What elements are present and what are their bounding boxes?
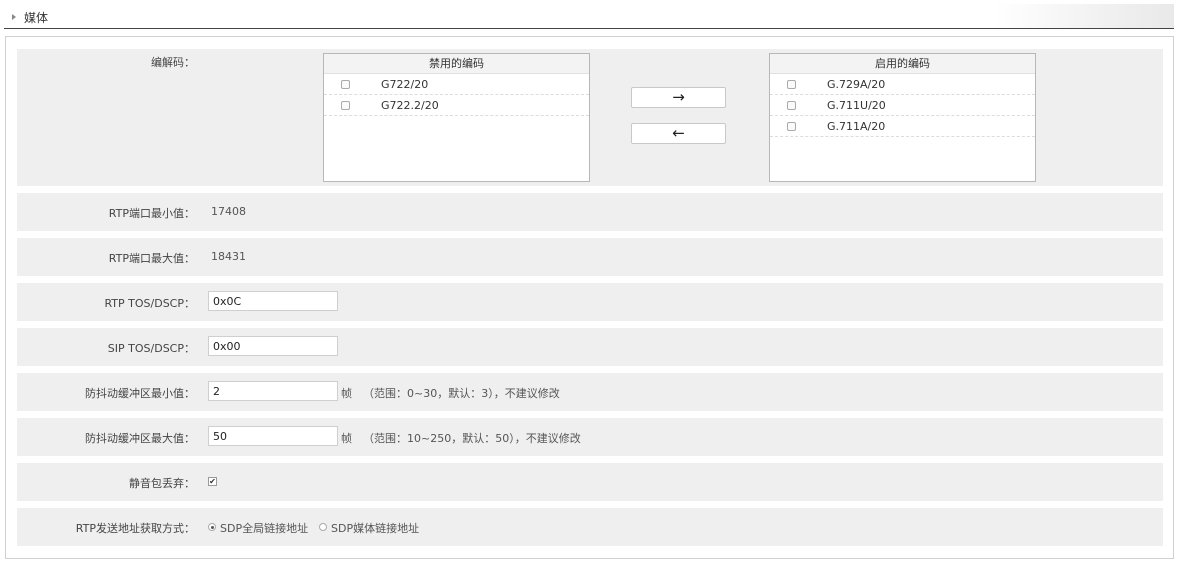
rtp-address-row: RTP发送地址获取方式： SDP全局链接地址 SDP媒体链接地址 <box>17 508 1163 546</box>
move-left-button[interactable]: ← <box>631 123 726 144</box>
sdp-media-label[interactable]: SDP媒体链接地址 <box>331 520 419 536</box>
list-item[interactable]: G.711A/20 <box>770 116 1035 137</box>
rtp-port-min-value: 17408 <box>211 205 246 218</box>
rtp-port-min-row: RTP端口最小值： 17408 <box>17 193 1163 231</box>
jitter-max-unit: 帧 <box>341 432 352 445</box>
jitter-min-input[interactable] <box>208 381 338 401</box>
codec-name: G.729A/20 <box>827 78 886 91</box>
list-item[interactable]: G.729A/20 <box>770 74 1035 95</box>
list-item[interactable]: G722/20 <box>324 74 589 95</box>
jitter-max-row: 防抖动缓冲区最大值： 帧 （范围：10~250，默认：50），不建议修改 <box>17 418 1163 456</box>
sdp-global-label[interactable]: SDP全局链接地址 <box>220 520 308 536</box>
codec-label: 编解码： <box>151 56 195 69</box>
silence-drop-label: 静音包丢弃： <box>129 477 195 490</box>
codec-checkbox[interactable] <box>787 80 796 89</box>
move-right-button[interactable]: → <box>631 87 726 108</box>
jitter-max-hint: （范围：10~250，默认：50），不建议修改 <box>363 432 581 445</box>
codec-checkbox[interactable] <box>787 122 796 131</box>
enabled-codec-list-title: 启用的编码 <box>770 54 1035 74</box>
rtp-tos-input[interactable] <box>208 291 338 311</box>
sdp-global-radio[interactable] <box>208 523 216 531</box>
rtp-address-label: RTP发送地址获取方式： <box>75 522 195 535</box>
codec-name: G.711A/20 <box>827 120 886 133</box>
disabled-codec-list-title: 禁用的编码 <box>324 54 589 74</box>
jitter-max-label: 防抖动缓冲区最大值： <box>85 432 195 445</box>
section-title: 媒体 <box>24 11 49 25</box>
silence-drop-checkbox[interactable]: ✔ <box>208 477 217 486</box>
rtp-port-max-label: RTP端口最大值： <box>108 252 195 265</box>
jitter-min-label: 防抖动缓冲区最小值： <box>85 387 195 400</box>
rtp-tos-row: RTP TOS/DSCP： <box>17 283 1163 321</box>
jitter-max-input[interactable] <box>208 426 338 446</box>
codec-checkbox[interactable] <box>341 101 350 110</box>
media-settings-panel: 编解码： 禁用的编码 G722/20 G722.2/20 → ← 启用的编码 G… <box>5 36 1174 559</box>
jitter-min-hint: （范围：0~30，默认：3），不建议修改 <box>363 387 560 400</box>
codec-row: 编解码： 禁用的编码 G722/20 G722.2/20 → ← 启用的编码 G… <box>17 49 1163 186</box>
list-item[interactable]: G.711U/20 <box>770 95 1035 116</box>
codec-name: G722/20 <box>381 78 429 91</box>
sip-tos-label: SIP TOS/DSCP： <box>107 342 195 355</box>
silence-drop-row: 静音包丢弃： ✔ <box>17 463 1163 501</box>
codec-checkbox[interactable] <box>341 80 350 89</box>
rtp-port-min-label: RTP端口最小值： <box>108 207 195 220</box>
sip-tos-input[interactable] <box>208 336 338 356</box>
codec-name: G722.2/20 <box>381 99 439 112</box>
enabled-codec-list[interactable]: 启用的编码 G.729A/20 G.711U/20 G.711A/20 <box>769 53 1036 182</box>
expand-triangle-icon[interactable] <box>12 14 16 20</box>
rtp-tos-label: RTP TOS/DSCP： <box>104 297 195 310</box>
disabled-codec-list[interactable]: 禁用的编码 G722/20 G722.2/20 <box>323 53 590 182</box>
sdp-media-radio[interactable] <box>319 523 327 531</box>
rtp-port-max-value: 18431 <box>211 250 246 263</box>
section-header[interactable]: 媒体 <box>4 4 1174 29</box>
codec-name: G.711U/20 <box>827 99 886 112</box>
sip-tos-row: SIP TOS/DSCP： <box>17 328 1163 366</box>
jitter-min-unit: 帧 <box>341 387 352 400</box>
codec-checkbox[interactable] <box>787 101 796 110</box>
rtp-port-max-row: RTP端口最大值： 18431 <box>17 238 1163 276</box>
jitter-min-row: 防抖动缓冲区最小值： 帧 （范围：0~30，默认：3），不建议修改 <box>17 373 1163 411</box>
list-item[interactable]: G722.2/20 <box>324 95 589 116</box>
decorative-banner <box>994 4 1174 28</box>
